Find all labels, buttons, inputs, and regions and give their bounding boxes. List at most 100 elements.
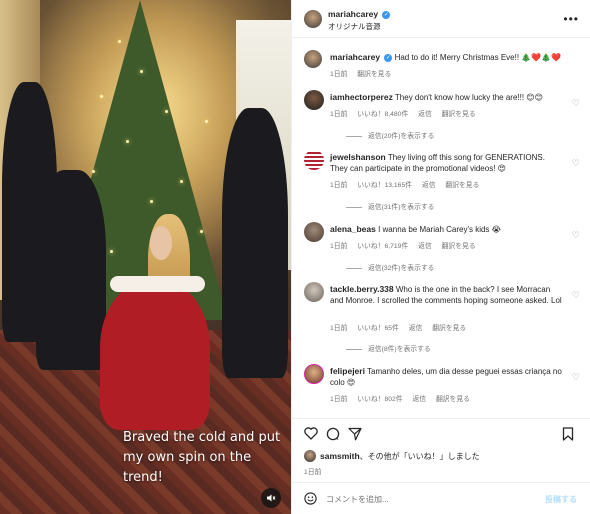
translate-link[interactable]: 翻訳を見る bbox=[442, 243, 476, 250]
avatar[interactable] bbox=[304, 282, 324, 302]
translate-link[interactable]: 翻訳を見る bbox=[432, 325, 466, 332]
avatar[interactable] bbox=[304, 364, 324, 384]
comment-meta: 1日前 いいね！13,165件 返信 翻訳を見る bbox=[330, 179, 487, 189]
tree-light bbox=[200, 230, 203, 233]
view-replies[interactable]: 返信(32件)を表示する bbox=[346, 262, 434, 272]
translate-link[interactable]: 翻訳を見る bbox=[357, 71, 391, 78]
like-count[interactable]: いいね！8,480件 bbox=[357, 111, 408, 118]
comment-age: 1日前 bbox=[330, 325, 348, 332]
reply-link[interactable]: 返信 bbox=[412, 396, 426, 403]
header-meta: mariahcarey ✓ オリジナル音源 bbox=[328, 9, 391, 32]
view-replies-label: 返信(20件)を表示する bbox=[368, 133, 435, 140]
like-count[interactable]: いいね！13,165件 bbox=[357, 182, 412, 189]
comment-username[interactable]: jewelshanson bbox=[330, 152, 386, 162]
comment-username[interactable]: tackle.berry.338 bbox=[330, 284, 394, 294]
comment-username[interactable]: iamhectorperez bbox=[330, 92, 393, 102]
comment-meta: 1日前 いいね！6,719件 返信 翻訳を見る bbox=[330, 240, 484, 250]
comment-age: 1日前 bbox=[330, 396, 348, 403]
like-count[interactable]: いいね！802件 bbox=[357, 396, 402, 403]
comment-age: 1日前 bbox=[330, 243, 348, 250]
heart-icon[interactable] bbox=[304, 427, 318, 443]
comment-username[interactable]: alena_beas bbox=[330, 224, 376, 234]
translate-link[interactable]: 翻訳を見る bbox=[436, 396, 470, 403]
video-player[interactable]: Braved the cold and put my own spin on t… bbox=[0, 0, 291, 514]
post-button[interactable]: 投稿する bbox=[545, 494, 577, 505]
avatar[interactable] bbox=[304, 222, 324, 242]
reply-link[interactable]: 返信 bbox=[418, 111, 432, 118]
view-replies[interactable]: 返信(20件)を表示する bbox=[346, 130, 434, 140]
view-replies-label: 返信(31件)を表示する bbox=[368, 204, 435, 211]
reply-link[interactable]: 返信 bbox=[422, 182, 436, 189]
comment-input[interactable]: コメントを追加... bbox=[326, 494, 389, 505]
person-center-left bbox=[36, 170, 106, 370]
reply-link[interactable]: 返信 bbox=[418, 243, 432, 250]
comment-age: 1日前 bbox=[330, 71, 348, 78]
divider bbox=[346, 135, 362, 137]
view-replies[interactable]: 返信(8件)を表示する bbox=[346, 343, 431, 353]
audio-label[interactable]: オリジナル音源 bbox=[328, 21, 390, 32]
comment-item: iamhectorperez They don't know how lucky… bbox=[304, 90, 586, 140]
like-count[interactable]: いいね！65件 bbox=[357, 325, 399, 332]
comment-text: iamhectorperez They don't know how lucky… bbox=[330, 92, 562, 103]
tree-light bbox=[180, 180, 183, 183]
santa-trim bbox=[110, 276, 205, 292]
tree-light bbox=[165, 110, 168, 113]
translate-link[interactable]: 翻訳を見る bbox=[442, 111, 476, 118]
comment-age: 1日前 bbox=[330, 111, 348, 118]
heart-icon[interactable]: ♡ bbox=[572, 230, 580, 241]
comment-item: felipejeri Tamanho deles, um dia desse p… bbox=[304, 364, 586, 408]
santa-outfit bbox=[100, 280, 210, 430]
avatar[interactable] bbox=[304, 150, 324, 170]
comments-list[interactable]: mariahcarey ✓ Had to do it! Merry Christ… bbox=[292, 38, 590, 410]
comment-meta: 1日前 いいね！8,480件 返信 翻訳を見る bbox=[330, 108, 484, 118]
post-viewer: Braved the cold and put my own spin on t… bbox=[0, 0, 590, 514]
comment-text: mariahcarey ✓ Had to do it! Merry Christ… bbox=[330, 52, 562, 63]
translate-link[interactable]: 翻訳を見る bbox=[445, 182, 479, 189]
comment-meta: 1日前 いいね！802件 返信 翻訳を見る bbox=[330, 393, 478, 403]
comment-meta: 1日前 翻訳を見る bbox=[330, 68, 399, 78]
heart-icon[interactable]: ♡ bbox=[572, 290, 580, 301]
comment-text: alena_beas I wanna be Mariah Carey's kid… bbox=[330, 224, 562, 235]
avatar[interactable] bbox=[304, 90, 324, 110]
view-replies[interactable]: 返信(31件)を表示する bbox=[346, 201, 434, 211]
comment-body: I wanna be Mariah Carey's kids 😭 bbox=[378, 225, 502, 234]
liked-by-rest[interactable]: 、その他が「いいね！」しました bbox=[360, 452, 480, 461]
comment-icon[interactable] bbox=[326, 427, 340, 444]
comment-username[interactable]: felipejeri bbox=[330, 366, 365, 376]
video-caption: Braved the cold and put my own spin on t… bbox=[123, 430, 281, 485]
avatar[interactable] bbox=[304, 10, 322, 28]
tree-light bbox=[92, 170, 95, 173]
more-options-icon[interactable]: ••• bbox=[563, 12, 579, 26]
comment-item: alena_beas I wanna be Mariah Carey's kid… bbox=[304, 222, 586, 272]
view-replies-label: 返信(8件)を表示する bbox=[368, 346, 431, 353]
tree-light bbox=[110, 250, 113, 253]
owner-comment: mariahcarey ✓ Had to do it! Merry Christ… bbox=[304, 50, 586, 80]
comment-username[interactable]: mariahcarey bbox=[330, 52, 380, 62]
comment-composer: コメントを追加... 投稿する bbox=[292, 482, 590, 514]
comment-text: jewelshanson They living off this song f… bbox=[330, 152, 562, 174]
reply-link[interactable]: 返信 bbox=[409, 325, 423, 332]
post-date: 1日前 bbox=[304, 469, 322, 476]
tree-light bbox=[205, 120, 208, 123]
tree-light bbox=[150, 200, 153, 203]
avatar[interactable] bbox=[304, 450, 316, 462]
comment-meta: 1日前 いいね！65件 返信 翻訳を見る bbox=[330, 322, 474, 332]
divider bbox=[346, 348, 362, 350]
heart-icon[interactable]: ♡ bbox=[572, 98, 580, 109]
heart-icon[interactable]: ♡ bbox=[572, 372, 580, 383]
mute-icon[interactable] bbox=[261, 488, 281, 508]
comment-body: Had to do it! Merry Christmas Eve!! 🎄❤️🎄… bbox=[394, 53, 562, 62]
comment-age: 1日前 bbox=[330, 182, 348, 189]
like-count[interactable]: いいね！6,719件 bbox=[357, 243, 408, 250]
bookmark-icon[interactable] bbox=[562, 427, 574, 444]
heart-icon[interactable]: ♡ bbox=[572, 158, 580, 169]
header-username[interactable]: mariahcarey bbox=[328, 9, 378, 19]
emoji-icon[interactable] bbox=[304, 492, 317, 508]
verified-icon: ✓ bbox=[384, 53, 393, 62]
share-icon[interactable] bbox=[348, 427, 362, 444]
liked-by: samsmith、その他が「いいね！」しました bbox=[304, 450, 584, 464]
view-replies-label: 返信(32件)を表示する bbox=[368, 265, 435, 272]
avatar[interactable] bbox=[304, 50, 322, 68]
person-right bbox=[222, 108, 288, 378]
liked-by-username[interactable]: samsmith bbox=[320, 451, 360, 461]
